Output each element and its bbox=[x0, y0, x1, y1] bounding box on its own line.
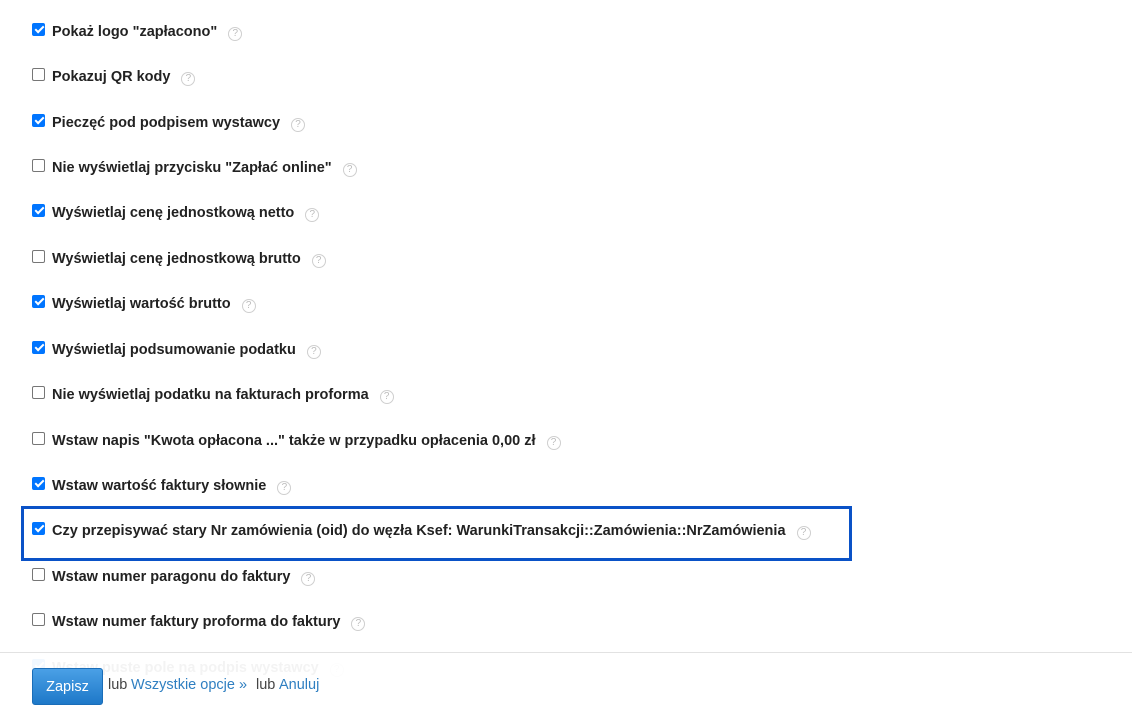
question-circle-icon[interactable]: ? bbox=[342, 163, 357, 177]
option-row[interactable]: Pokaż logo "zapłacono"? bbox=[32, 22, 243, 42]
bottom-action-bar: Zapisz lub Wszystkie opcje » lub Anuluj bbox=[0, 652, 1132, 712]
option-label: Czy przepisywać stary Nr zamówienia (oid… bbox=[52, 523, 786, 539]
option-row[interactable]: Pokazuj QR kody? bbox=[32, 67, 196, 87]
question-circle-icon[interactable]: ? bbox=[277, 481, 292, 495]
option-checkbox[interactable] bbox=[32, 385, 45, 399]
option-checkbox[interactable] bbox=[32, 340, 45, 354]
option-row[interactable]: Wstaw napis "Kwota opłacona ..." także w… bbox=[32, 431, 561, 451]
option-row[interactable]: Pieczęć pod podpisem wystawcy? bbox=[32, 113, 306, 133]
option-label: Wyświetlaj cenę jednostkową netto bbox=[52, 205, 295, 221]
question-circle-icon[interactable]: ? bbox=[228, 27, 243, 41]
option-checkbox[interactable] bbox=[32, 67, 45, 81]
option-label: Nie wyświetlaj przycisku "Zapłać online" bbox=[52, 160, 332, 176]
option-row[interactable]: Wyświetlaj podsumowanie podatku? bbox=[32, 340, 321, 360]
option-row[interactable]: Wyświetlaj cenę jednostkową netto? bbox=[32, 203, 320, 223]
option-row[interactable]: Nie wyświetlaj podatku na fakturach prof… bbox=[32, 385, 394, 405]
question-circle-icon[interactable]: ? bbox=[305, 208, 320, 222]
option-label: Wstaw numer paragonu do faktury bbox=[52, 569, 291, 585]
question-circle-icon[interactable]: ? bbox=[546, 436, 561, 450]
option-label: Nie wyświetlaj podatku na fakturach prof… bbox=[52, 387, 369, 403]
question-circle-icon[interactable]: ? bbox=[181, 72, 196, 86]
option-checkbox[interactable] bbox=[32, 612, 45, 626]
option-checkbox[interactable] bbox=[32, 294, 45, 308]
question-circle-icon[interactable]: ? bbox=[379, 390, 394, 404]
option-row[interactable]: Wstaw numer faktury proforma do faktury? bbox=[32, 612, 366, 632]
option-checkbox[interactable] bbox=[32, 249, 45, 263]
or-text: lub bbox=[108, 677, 128, 693]
option-checkbox[interactable] bbox=[32, 22, 45, 36]
option-label: Wyświetlaj cenę jednostkową brutto bbox=[52, 251, 301, 267]
option-label: Wstaw numer faktury proforma do faktury bbox=[52, 614, 341, 630]
option-label: Pokaż logo "zapłacono" bbox=[52, 24, 218, 40]
option-checkbox[interactable] bbox=[32, 476, 45, 490]
option-label: Wyświetlaj podsumowanie podatku bbox=[52, 342, 296, 358]
option-row[interactable]: Wyświetlaj cenę jednostkową brutto? bbox=[32, 249, 326, 269]
question-circle-icon[interactable]: ? bbox=[796, 526, 811, 540]
option-row[interactable]: Czy przepisywać stary Nr zamówienia (oid… bbox=[32, 521, 811, 541]
all-options-link[interactable]: Wszystkie opcje » bbox=[131, 677, 247, 693]
question-circle-icon[interactable]: ? bbox=[306, 345, 321, 359]
option-label: Pieczęć pod podpisem wystawcy bbox=[52, 115, 281, 131]
question-circle-icon[interactable]: ? bbox=[241, 299, 256, 313]
settings-list: Pokaż logo "zapłacono"? Pokazuj QR kody? P… bbox=[0, 0, 1132, 711]
option-label: Wstaw napis "Kwota opłacona ..." także w… bbox=[52, 433, 536, 449]
question-circle-icon[interactable]: ? bbox=[311, 254, 326, 268]
cancel-link[interactable]: Anuluj bbox=[279, 677, 319, 693]
option-checkbox[interactable] bbox=[32, 431, 45, 445]
option-label: Pokazuj QR kody bbox=[52, 69, 171, 85]
option-row[interactable]: Nie wyświetlaj przycisku "Zapłać online"… bbox=[32, 158, 357, 178]
option-checkbox[interactable] bbox=[32, 521, 45, 535]
option-row[interactable]: Wstaw wartość faktury słownie? bbox=[32, 476, 292, 496]
option-label: Wstaw wartość faktury słownie bbox=[52, 478, 267, 494]
option-checkbox[interactable] bbox=[32, 567, 45, 581]
option-row[interactable]: Wyświetlaj wartość brutto? bbox=[32, 294, 256, 314]
question-circle-icon[interactable]: ? bbox=[301, 572, 316, 586]
option-label: Wyświetlaj wartość brutto bbox=[52, 296, 231, 312]
question-circle-icon[interactable]: ? bbox=[291, 118, 306, 132]
question-circle-icon[interactable]: ? bbox=[351, 617, 366, 631]
option-checkbox[interactable] bbox=[32, 203, 45, 217]
option-row[interactable]: Wstaw numer paragonu do faktury? bbox=[32, 567, 316, 587]
save-button[interactable]: Zapisz bbox=[32, 668, 103, 705]
option-checkbox[interactable] bbox=[32, 158, 45, 172]
or-text: lub bbox=[256, 677, 276, 693]
option-checkbox[interactable] bbox=[32, 113, 45, 127]
